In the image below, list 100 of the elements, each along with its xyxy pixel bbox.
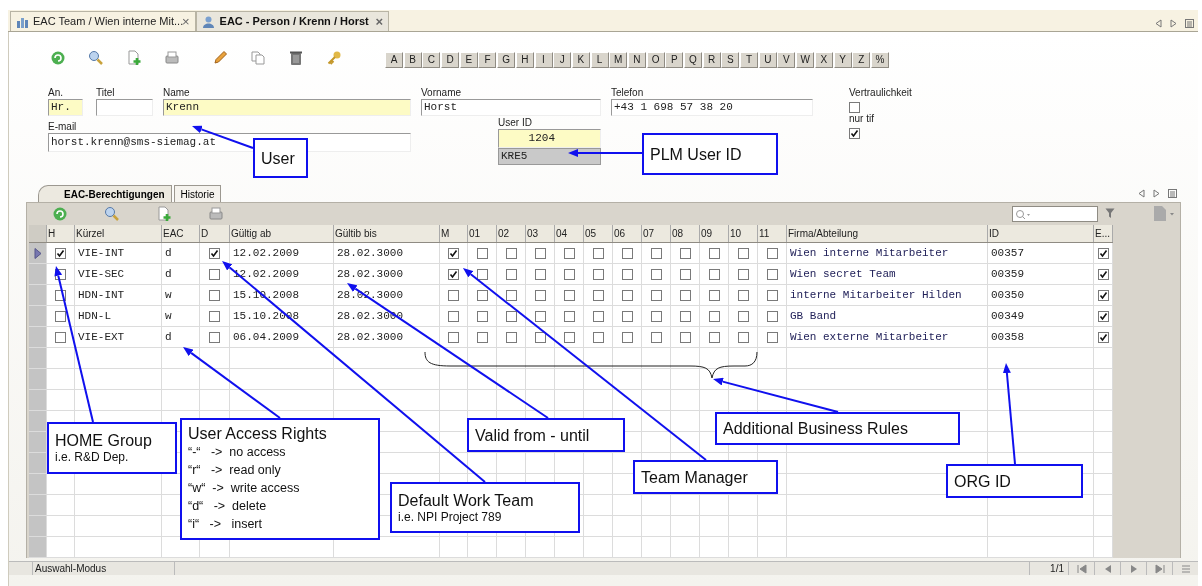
checkbox[interactable]	[476, 331, 488, 343]
checkbox[interactable]	[766, 247, 778, 259]
letter-button[interactable]: E	[459, 52, 478, 68]
add-document-icon[interactable]	[126, 50, 142, 66]
letter-button[interactable]: V	[777, 52, 796, 68]
search-field[interactable]	[1012, 206, 1098, 222]
letter-button[interactable]: Q	[684, 52, 702, 68]
column-header[interactable]: 03	[526, 225, 555, 242]
checkbox[interactable]	[209, 268, 220, 280]
checkbox[interactable]	[1097, 331, 1109, 343]
search-icon[interactable]	[104, 206, 120, 222]
checkbox[interactable]	[621, 331, 633, 343]
column-header[interactable]: 02	[497, 225, 526, 242]
column-header[interactable]: 10	[729, 225, 758, 242]
trash-icon[interactable]	[288, 50, 304, 66]
column-header[interactable]: 01	[468, 225, 497, 242]
checkbox[interactable]	[708, 331, 720, 343]
checkbox[interactable]	[563, 268, 575, 280]
checkbox[interactable]	[55, 331, 66, 343]
tab[interactable]: EAC-Berechtigungen	[38, 185, 172, 202]
letter-button[interactable]: X	[814, 52, 833, 68]
checkbox[interactable]	[209, 289, 220, 301]
checkbox[interactable]	[1097, 289, 1109, 301]
letter-button[interactable]: K	[571, 52, 590, 68]
column-header[interactable]: H	[47, 225, 75, 242]
letter-button[interactable]: H	[515, 52, 534, 68]
checkbox[interactable]	[563, 247, 575, 259]
column-header[interactable]: EAC	[162, 225, 200, 242]
checkbox[interactable]	[534, 331, 546, 343]
scroll-left-icon[interactable]	[1155, 19, 1162, 28]
checkbox[interactable]	[209, 331, 220, 343]
letter-button[interactable]: R	[702, 52, 721, 68]
input-field[interactable]	[96, 99, 153, 116]
checkbox[interactable]	[708, 310, 720, 322]
checkbox[interactable]	[650, 310, 662, 322]
checkbox[interactable]	[679, 331, 691, 343]
list-icon[interactable]	[1168, 189, 1177, 198]
checkbox[interactable]	[448, 331, 459, 343]
close-button[interactable]: ×	[182, 15, 190, 28]
letter-button[interactable]: %	[870, 52, 889, 68]
letter-button[interactable]: C	[422, 52, 441, 68]
row-header[interactable]	[29, 243, 47, 264]
print-icon[interactable]	[164, 50, 180, 66]
letter-button[interactable]: G	[497, 52, 516, 68]
column-header[interactable]: 09	[700, 225, 729, 242]
checkbox[interactable]	[55, 289, 66, 301]
checkbox[interactable]	[679, 310, 691, 322]
column-header[interactable]: Gültib bis	[334, 225, 440, 242]
add-document-icon[interactable]	[156, 206, 172, 222]
column-header[interactable]: 07	[642, 225, 671, 242]
checkbox[interactable]	[476, 268, 488, 280]
checkbox[interactable]	[448, 310, 459, 322]
checkbox[interactable]	[708, 289, 720, 301]
scroll-right-icon[interactable]	[1153, 189, 1160, 198]
pencil-icon[interactable]	[212, 50, 228, 66]
letter-button[interactable]: U	[758, 52, 777, 68]
tab[interactable]: EAC Team / Wien interne Mit...×	[10, 11, 196, 31]
checkbox[interactable]	[209, 310, 220, 322]
checkbox[interactable]	[679, 247, 691, 259]
checkbox[interactable]	[534, 310, 546, 322]
column-header[interactable]: 06	[613, 225, 642, 242]
checkbox[interactable]	[563, 331, 575, 343]
checkbox[interactable]	[708, 247, 720, 259]
checkbox[interactable]	[563, 310, 575, 322]
checkbox[interactable]	[592, 310, 604, 322]
checkbox[interactable]	[766, 289, 778, 301]
checkbox[interactable]	[737, 310, 749, 322]
column-header[interactable]: ID	[988, 225, 1094, 242]
column-header[interactable]: 04	[555, 225, 584, 242]
letter-button[interactable]: O	[646, 52, 665, 68]
checkbox[interactable]	[737, 331, 749, 343]
letter-button[interactable]: D	[441, 52, 460, 68]
checkbox[interactable]	[621, 310, 633, 322]
checkbox[interactable]	[1097, 247, 1109, 259]
scroll-left-icon[interactable]	[1138, 189, 1145, 198]
list-icon[interactable]	[1185, 19, 1194, 28]
refresh-icon[interactable]	[50, 50, 66, 66]
checkbox[interactable]	[505, 310, 517, 322]
checkbox[interactable]	[737, 268, 749, 280]
checkbox[interactable]	[1097, 310, 1109, 322]
letter-button[interactable]: Z	[852, 52, 871, 68]
letter-button[interactable]: J	[553, 52, 572, 68]
checkbox[interactable]	[650, 331, 662, 343]
letter-button[interactable]: N	[627, 52, 646, 68]
filter-icon[interactable]	[1105, 208, 1115, 219]
letter-button[interactable]: T	[740, 52, 759, 68]
checkbox[interactable]	[849, 128, 860, 139]
checkbox[interactable]	[476, 289, 488, 301]
checkbox[interactable]	[534, 289, 546, 301]
column-header[interactable]: Gültig ab	[230, 225, 334, 242]
checkbox[interactable]	[621, 268, 633, 280]
checkbox[interactable]	[505, 289, 517, 301]
input-field[interactable]: Horst	[421, 99, 601, 116]
checkbox[interactable]	[679, 268, 691, 280]
input-field[interactable]: +43 1 698 57 38 20	[611, 99, 813, 116]
letter-button[interactable]: P	[665, 52, 684, 68]
column-header[interactable]: D	[200, 225, 230, 242]
checkbox[interactable]	[737, 247, 749, 259]
checkbox[interactable]	[766, 268, 778, 280]
scroll-right-icon[interactable]	[1170, 19, 1177, 28]
